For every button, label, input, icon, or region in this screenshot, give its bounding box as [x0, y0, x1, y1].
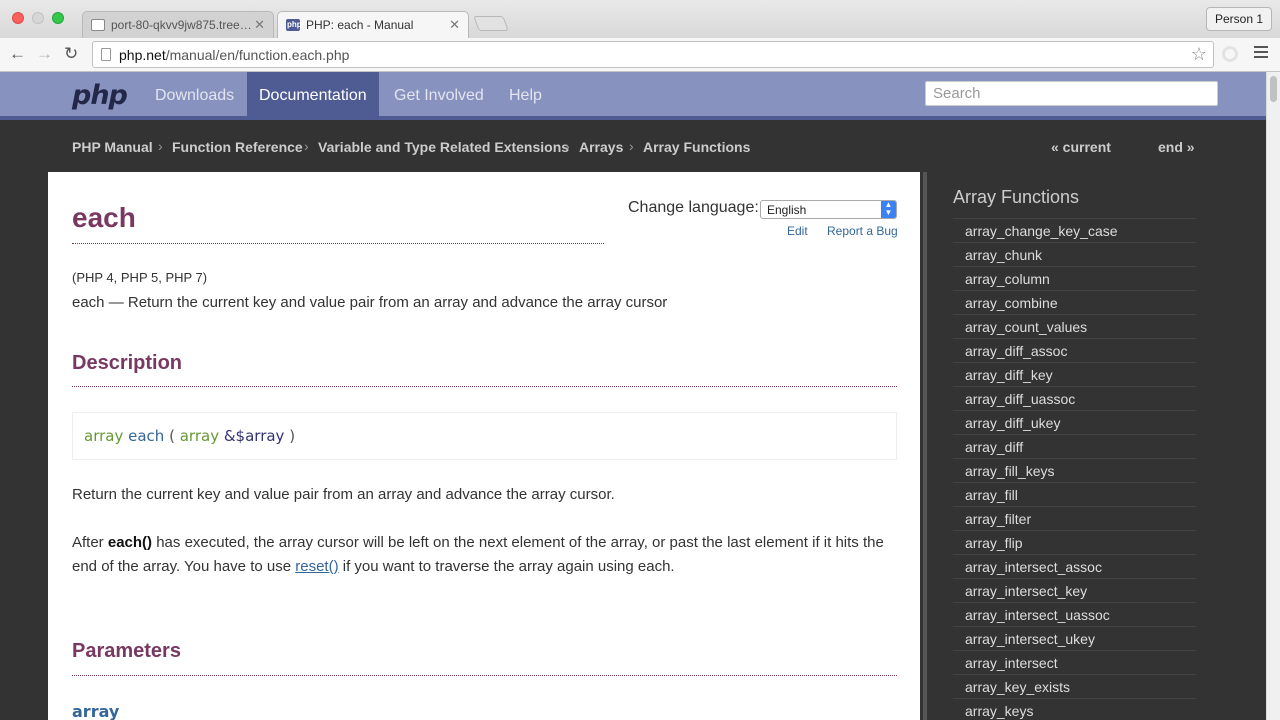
param-type[interactable]: array	[180, 427, 219, 445]
breadcrumb-php-manual[interactable]: PHP Manual	[72, 139, 153, 155]
close-window-button[interactable]	[12, 12, 24, 24]
bookmark-star-icon[interactable]: ☆	[1191, 44, 1207, 65]
function-name: each	[128, 427, 165, 445]
sidebar-item[interactable]: array_intersect_assoc	[953, 554, 1196, 578]
chevron-right-icon: ›	[304, 138, 309, 154]
change-language-label: Change language:	[628, 199, 759, 216]
sidebar-item[interactable]: array_diff	[953, 434, 1196, 458]
sidebar-item[interactable]: array_fill_keys	[953, 458, 1196, 482]
version-info: (PHP 4, PHP 5, PHP 7)	[72, 270, 208, 285]
nav-downloads[interactable]: Downloads	[143, 72, 246, 120]
breadcrumb: PHP Manual › Function Reference › Variab…	[0, 124, 1266, 172]
sidebar-item[interactable]: array_intersect_uassoc	[953, 602, 1196, 626]
web-page: php Downloads Documentation Get Involved…	[0, 72, 1266, 720]
sidebar-list: array_change_key_case array_chunk array_…	[953, 218, 1196, 720]
site-header: php Downloads Documentation Get Involved…	[0, 72, 1266, 120]
sidebar-item[interactable]: array_diff_assoc	[953, 338, 1196, 362]
sidebar-item[interactable]: array_combine	[953, 290, 1196, 314]
php-logo[interactable]: php	[72, 80, 128, 111]
description-paragraph: Return the current key and value pair fr…	[72, 486, 615, 503]
close-icon[interactable]: ✕	[254, 17, 265, 33]
menu-icon[interactable]	[1254, 46, 1268, 61]
return-type: array	[84, 427, 124, 445]
next-link[interactable]: end »	[1158, 139, 1195, 155]
browser-tab-php-manual[interactable]: php PHP: each - Manual ✕	[277, 11, 469, 38]
sidebar-item[interactable]: array_intersect_key	[953, 578, 1196, 602]
page-icon	[91, 19, 105, 31]
chevron-right-icon: ›	[629, 138, 634, 154]
php-icon: php	[286, 19, 302, 31]
breadcrumb-arrays[interactable]: Arrays	[579, 139, 623, 155]
ref-purpose: each — Return the current key and value …	[72, 294, 668, 311]
breadcrumb-variable-type-extensions[interactable]: Variable and Type Related Extensions	[318, 139, 569, 155]
page-title: each	[72, 202, 136, 233]
description-heading: Description	[72, 352, 183, 374]
manual-content: Change language: English ▲ ▼ Edit Report …	[48, 172, 920, 720]
title-divider	[72, 243, 604, 244]
reload-icon[interactable]: ↻	[64, 44, 78, 64]
extension-icon[interactable]	[1222, 46, 1238, 62]
section-divider	[72, 675, 897, 676]
chevron-right-icon: ›	[565, 138, 570, 154]
sidebar-item[interactable]: array_filter	[953, 506, 1196, 530]
profile-button[interactable]: Person 1	[1205, 7, 1272, 31]
sidebar-item[interactable]: array_chunk	[953, 242, 1196, 266]
nav-get-involved[interactable]: Get Involved	[382, 72, 496, 120]
scrollbar-thumb[interactable]	[1270, 76, 1277, 102]
sidebar-item[interactable]: array_column	[953, 266, 1196, 290]
page-icon	[101, 48, 111, 61]
vertical-scrollbar[interactable]	[1266, 72, 1280, 720]
language-value: English	[767, 203, 807, 217]
parameter-name: array	[72, 702, 120, 720]
sidebar-item[interactable]: array_diff_key	[953, 362, 1196, 386]
forward-arrow-icon[interactable]: →	[36, 44, 53, 64]
breadcrumb-array-functions[interactable]: Array Functions	[643, 139, 750, 155]
address-bar[interactable]: php.net/manual/en/function.each.php ☆	[92, 41, 1214, 68]
parameters-heading: Parameters	[72, 640, 181, 662]
close-icon[interactable]: ✕	[449, 17, 460, 33]
select-arrows-icon: ▲ ▼	[881, 201, 896, 218]
close-paren: )	[289, 427, 296, 445]
browser-tab-treehouse[interactable]: port-80-qkvv9jw875.treehouse ✕	[82, 11, 274, 38]
report-bug-link[interactable]: Report a Bug	[827, 224, 898, 238]
nav-documentation[interactable]: Documentation	[247, 72, 379, 120]
url-text[interactable]: php.net/manual/en/function.each.php	[119, 47, 349, 63]
sidebar-item[interactable]: array_change_key_case	[953, 218, 1196, 242]
reset-link[interactable]: reset()	[295, 558, 338, 575]
sidebar-item[interactable]: array_intersect_ukey	[953, 626, 1196, 650]
sidebar-item[interactable]: array_keys	[953, 698, 1196, 720]
browser-titlebar: port-80-qkvv9jw875.treehouse ✕ php PHP: …	[0, 0, 1280, 38]
sidebar-item[interactable]: array_key_exists	[953, 674, 1196, 698]
sidebar-item[interactable]: array_intersect	[953, 650, 1196, 674]
method-synopsis: array each ( array &$array )	[72, 412, 897, 460]
language-select[interactable]: English ▲ ▼	[760, 200, 897, 219]
breadcrumb-function-reference[interactable]: Function Reference	[172, 139, 303, 155]
nav-help[interactable]: Help	[497, 72, 554, 120]
open-paren: (	[169, 427, 175, 445]
sidebar: Array Functions array_change_key_case ar…	[923, 172, 1266, 720]
sidebar-item[interactable]: array_diff_uassoc	[953, 386, 1196, 410]
maximize-window-button[interactable]	[52, 12, 64, 24]
sidebar-item[interactable]: array_diff_ukey	[953, 410, 1196, 434]
browser-toolbar: ← → ↻ php.net/manual/en/function.each.ph…	[0, 38, 1280, 72]
chevron-right-icon: ›	[158, 138, 163, 154]
section-divider	[72, 386, 897, 387]
cursor-paragraph: After each() has executed, the array cur…	[72, 534, 884, 575]
sidebar-item[interactable]: array_fill	[953, 482, 1196, 506]
search-input[interactable]: Search	[925, 81, 1218, 106]
sidebar-title: Array Functions	[953, 187, 1080, 207]
tab-title: port-80-qkvv9jw875.treehouse	[111, 18, 253, 32]
new-tab-button[interactable]	[473, 16, 509, 31]
prev-link[interactable]: « current	[1051, 139, 1111, 155]
minimize-window-button[interactable]	[32, 12, 44, 24]
back-arrow-icon[interactable]: ←	[9, 44, 26, 64]
edit-link[interactable]: Edit	[787, 224, 808, 238]
tab-title: PHP: each - Manual	[306, 18, 414, 32]
sidebar-item[interactable]: array_count_values	[953, 314, 1196, 338]
sidebar-item[interactable]: array_flip	[953, 530, 1196, 554]
param-var: &$array	[223, 427, 285, 445]
each-function-ref: each()	[107, 534, 153, 551]
